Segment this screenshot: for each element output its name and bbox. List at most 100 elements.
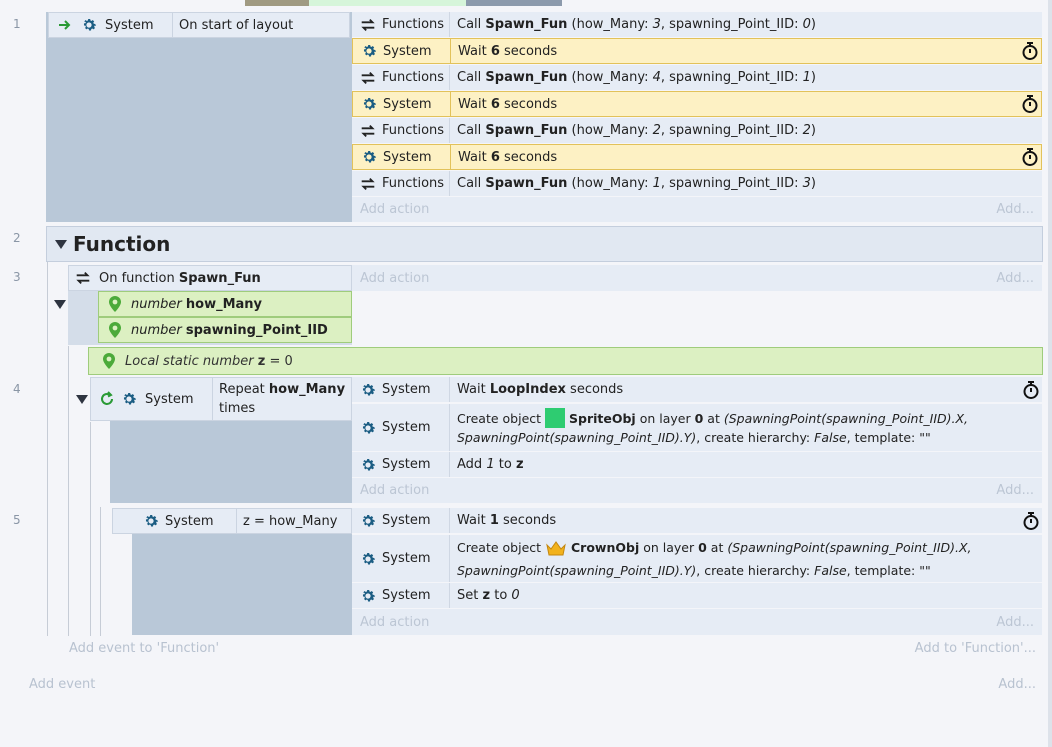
add-more-link[interactable]: Add... (996, 202, 1034, 217)
stopwatch-icon (1020, 380, 1042, 400)
action-object: System (352, 404, 450, 451)
wait-action-row[interactable]: System Wait LoopIndex seconds (352, 377, 1042, 403)
repeat-label: Repeat (219, 382, 265, 397)
action-row[interactable]: Functions Call Spawn_Fun (how_Many: 4, s… (352, 65, 1042, 91)
sub-gutter-line (100, 507, 101, 636)
action-description: Wait LoopIndex seconds (450, 380, 1020, 399)
set-value: 0 (511, 588, 520, 603)
arg-close: ) (810, 17, 816, 32)
wait-action-row[interactable]: System Wait 6 seconds (352, 144, 1042, 170)
on-function-label: On function (99, 270, 175, 286)
function-group-header[interactable]: Function (46, 226, 1043, 262)
event-1-condition[interactable]: System On start of layout (48, 12, 350, 38)
add-to-function-link[interactable]: Add to 'Function'... (915, 641, 1036, 656)
add-more-link[interactable]: Add... (996, 615, 1034, 630)
group-gutter-line (47, 262, 48, 636)
function-param[interactable]: number spawning_Point_IID (98, 317, 352, 343)
arg-close: ) (810, 176, 816, 191)
action-row[interactable]: Functions Call Spawn_Fun (how_Many: 1, s… (352, 171, 1042, 197)
add-more-link[interactable]: Add... (998, 677, 1036, 692)
action-object: System (352, 535, 450, 582)
action-object: System (352, 583, 450, 608)
stopwatch-icon (1019, 147, 1041, 167)
object-name: System (105, 17, 154, 33)
add-action-link[interactable]: Add action (360, 615, 429, 630)
wait-action-row[interactable]: System Wait 6 seconds (352, 91, 1042, 117)
function-param[interactable]: number how_Many (98, 291, 352, 317)
arg-value: 0 (802, 17, 811, 32)
line-number: 5 (13, 513, 21, 527)
wait-action-row[interactable]: System Wait 1 seconds (352, 508, 1042, 534)
gear-icon (358, 380, 378, 400)
event-4-condition[interactable]: System Repeat how_Many times (90, 377, 352, 421)
unit: seconds (504, 43, 558, 59)
layer-label: on layer (639, 411, 691, 426)
add-action-row[interactable]: Add action Add... (352, 478, 1042, 503)
arg-value: 3 (652, 17, 661, 32)
arg-value: 1 (802, 70, 811, 85)
gear-icon (358, 418, 378, 438)
gear-icon (359, 147, 379, 167)
collapse-triangle-icon[interactable] (55, 239, 67, 249)
unit: seconds (504, 96, 558, 112)
stopwatch-icon (1020, 511, 1042, 531)
object-name: System (382, 420, 431, 435)
vertical-scrollbar[interactable] (1048, 0, 1052, 747)
event-1-condition-block[interactable] (46, 12, 352, 222)
event-3-condition[interactable]: On function Spawn_Fun (68, 265, 352, 291)
function-name: Spawn_Fun (485, 70, 568, 85)
add-more-link[interactable]: Add... (996, 483, 1034, 498)
collapse-triangle-icon[interactable] (54, 298, 66, 313)
verb: Wait (458, 149, 487, 165)
action-row[interactable]: System Add 1 to z (352, 452, 1042, 478)
wait-action-row[interactable]: System Wait 6 seconds (352, 38, 1042, 64)
swap-arrows-icon (358, 15, 378, 35)
add-event-to-function-link[interactable]: Add event to 'Function' (69, 641, 219, 656)
layer-value: 0 (698, 539, 707, 555)
wait-value: 6 (490, 43, 500, 59)
add-action-row[interactable]: Add action Add... (352, 609, 1042, 635)
add-action-link[interactable]: Add action (360, 202, 429, 217)
action-description: Wait 1 seconds (450, 511, 1020, 530)
local-var-prefix: Local static number (125, 353, 254, 369)
function-name: Spawn_Fun (485, 123, 568, 138)
local-variable[interactable]: Local static number z = 0 (88, 347, 1043, 375)
action-description: Wait 6 seconds (451, 148, 1019, 167)
add-event-link[interactable]: Add event (29, 677, 95, 692)
verb: Create object (457, 411, 542, 426)
action-row[interactable]: Functions Call Spawn_Fun (how_Many: 2, s… (352, 118, 1042, 144)
collapse-triangle-icon[interactable] (76, 393, 88, 408)
object-name: System (382, 588, 431, 603)
action-description: Call Spawn_Fun (how_Many: 4, spawning_Po… (450, 68, 1042, 87)
add-action-link[interactable]: Add action (360, 483, 429, 498)
verb: Set (457, 588, 479, 603)
add-action-link[interactable]: Add action (360, 271, 429, 286)
arg-label: (how_Many: (571, 176, 653, 191)
object-name: System (383, 149, 432, 165)
action-description: Create object CrownObj on layer 0 at (Sp… (450, 538, 1042, 580)
layer-value: 0 (694, 411, 704, 426)
add-value: 1 (486, 457, 495, 472)
add-more-link[interactable]: Add... (996, 271, 1034, 286)
action-row[interactable]: System Set z to 0 (352, 583, 1042, 609)
condition-object: System (91, 378, 213, 420)
arg-label: (how_Many: (571, 123, 653, 138)
gear-icon (79, 15, 99, 35)
action-object: Functions (352, 171, 450, 196)
event-5-condition[interactable]: System z = how_Many (112, 508, 352, 534)
action-description: Call Spawn_Fun (how_Many: 3, spawning_Po… (450, 15, 1042, 34)
create-object-action-row[interactable]: System Create object CrownObj on layer 0… (352, 535, 1042, 583)
verb: Wait (457, 513, 486, 528)
add-action-row[interactable]: Add action Add... (352, 265, 1042, 291)
to-label: to (498, 457, 512, 472)
gear-icon (141, 511, 161, 531)
action-row[interactable]: Functions Call Spawn_Fun (how_Many: 3, s… (352, 12, 1042, 38)
verb: Call (457, 17, 482, 32)
param-name: how_Many (185, 296, 263, 312)
object-type: SpriteObj (569, 411, 636, 426)
create-object-action-row[interactable]: System Create object SpriteObj on layer … (352, 404, 1042, 452)
verb: Call (457, 123, 482, 138)
add-action-row[interactable]: Add action Add... (352, 197, 1042, 222)
local-var-name: z (257, 353, 266, 369)
object-name: System (382, 551, 431, 566)
